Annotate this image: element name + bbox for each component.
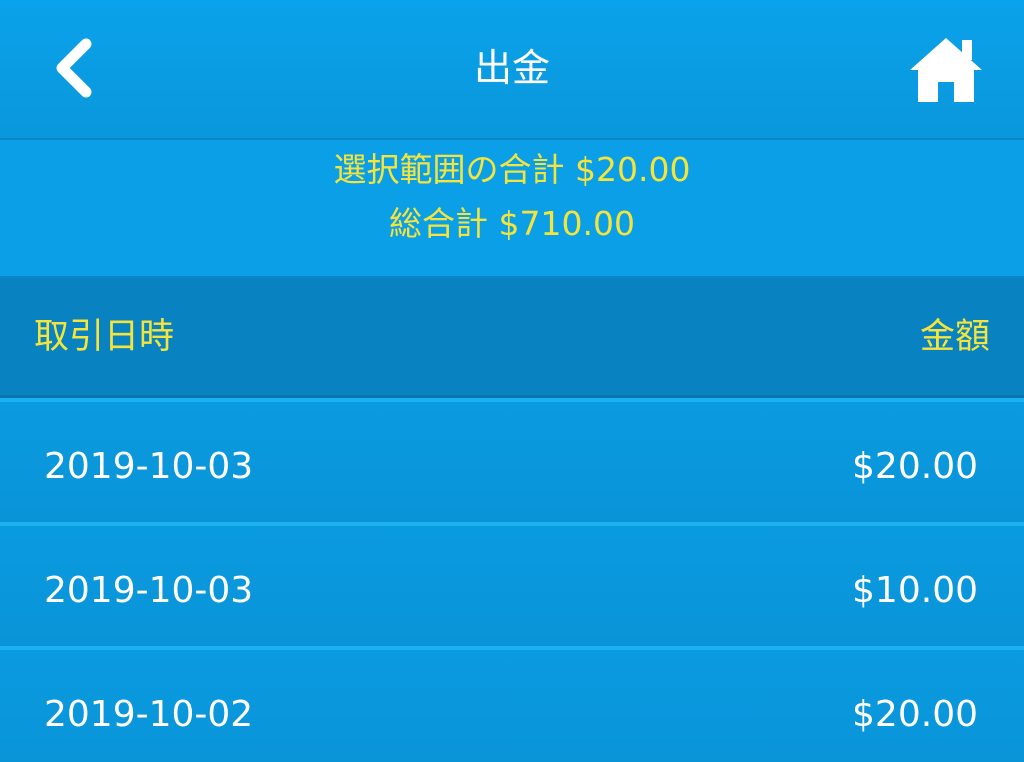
column-header-date: 取引日時	[34, 317, 175, 357]
column-header-amount: 金額	[919, 317, 990, 357]
navigation-bar: 出金	[0, 0, 1024, 140]
transaction-amount: $20.00	[852, 446, 978, 487]
table-row[interactable]: 2019-10-02 $20.00	[0, 646, 1024, 762]
transaction-amount: $10.00	[852, 570, 978, 611]
table-row[interactable]: 2019-10-03 $20.00	[0, 398, 1024, 520]
transaction-list: 2019-10-03 $20.00 2019-10-03 $10.00 2019…	[0, 398, 1024, 762]
grand-total: 総合計 $710.00	[389, 204, 635, 243]
transaction-date: 2019-10-02	[44, 694, 254, 735]
home-icon	[910, 38, 982, 102]
transaction-date: 2019-10-03	[44, 446, 254, 487]
selected-range-total: 選択範囲の合計 $20.00	[333, 150, 691, 189]
table-row[interactable]: 2019-10-03 $10.00	[0, 522, 1024, 644]
totals-summary: 選択範囲の合計 $20.00 総合計 $710.00	[0, 140, 1024, 278]
transaction-date: 2019-10-03	[44, 570, 254, 611]
page-title: 出金	[473, 46, 550, 90]
table-header: 取引日時 金額	[0, 278, 1024, 398]
home-button[interactable]	[904, 30, 988, 106]
transaction-amount: $20.00	[852, 694, 978, 735]
withdrawal-screen: 出金 選択範囲の合計 $20.00 総合計 $710.00 取引日時 金額 20…	[0, 0, 1024, 762]
